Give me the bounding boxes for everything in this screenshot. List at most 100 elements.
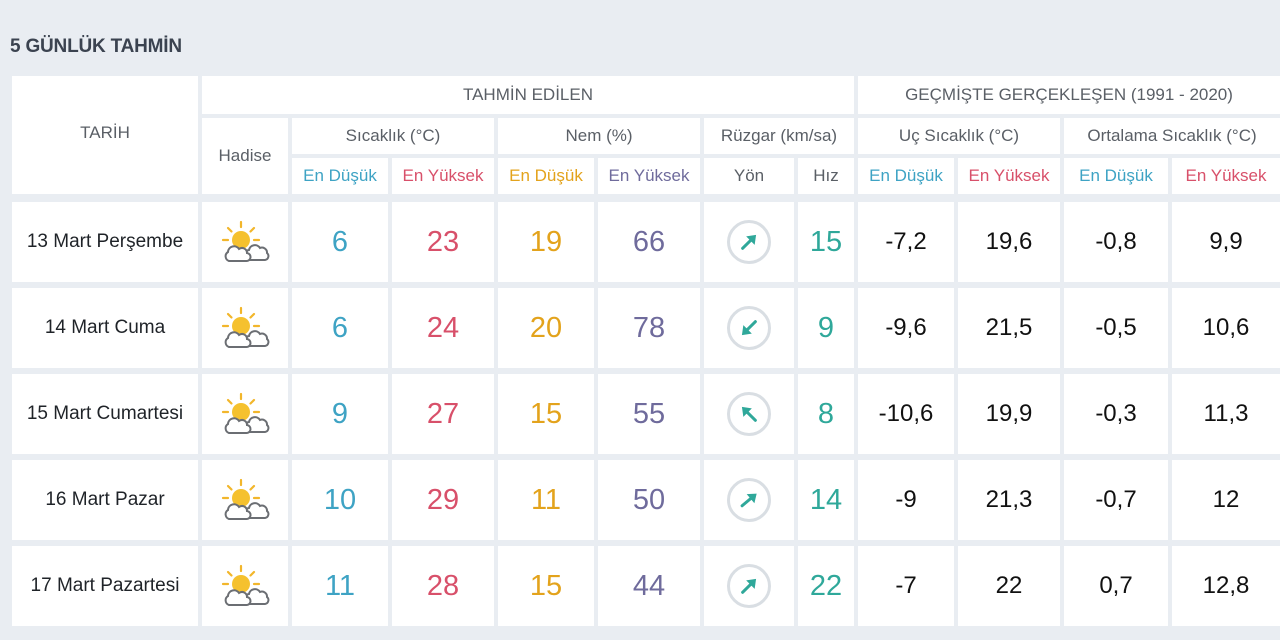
header-yon: Yön	[704, 158, 794, 194]
weather-cell	[202, 546, 288, 626]
avg-max-value: 9,9	[1209, 228, 1243, 255]
humidity-min-cell: 15	[498, 546, 594, 626]
partly-cloudy-icon	[221, 306, 270, 348]
date-cell: 17 Mart Pazartesi	[12, 546, 198, 626]
weather-cell	[202, 460, 288, 540]
wind-speed-cell: 22	[798, 546, 854, 626]
header-ruzgar: Rüzgar (km/sa)	[704, 118, 854, 154]
humidity-min-value: 20	[529, 311, 563, 344]
wind-speed-cell: 9	[798, 288, 854, 368]
avg-max-cell: 12	[1172, 460, 1280, 540]
wind-direction-cell	[704, 460, 794, 540]
humidity-max-cell: 50	[598, 460, 700, 540]
header-tarih-label: TARİH	[80, 123, 130, 142]
wind-direction-cell	[704, 288, 794, 368]
record-max-cell: 22	[958, 546, 1060, 626]
wind-direction-cell	[704, 202, 794, 282]
wind-speed-value: 15	[809, 225, 843, 258]
wind-speed-value: 8	[817, 397, 835, 430]
date-value: 16 Mart Pazar	[45, 489, 165, 510]
temp-min-cell: 9	[292, 374, 388, 454]
record-min-cell: -9	[858, 460, 954, 540]
partly-cloudy-icon	[221, 564, 270, 606]
temp-max-cell: 23	[392, 202, 494, 282]
avg-min-cell: -0,8	[1064, 202, 1168, 282]
wind-direction-icon	[727, 392, 771, 436]
avg-max-value: 11,3	[1203, 400, 1249, 427]
wind-direction-icon	[727, 478, 771, 522]
weather-cell	[202, 288, 288, 368]
arrow-icon	[741, 578, 757, 594]
avg-min-cell: -0,7	[1064, 460, 1168, 540]
header-uc-sicaklik: Uç Sıcaklık (°C)	[858, 118, 1060, 154]
header-tahmin-edilen: TAHMİN EDİLEN	[202, 76, 854, 114]
temp-min-value: 6	[331, 311, 349, 344]
record-min-value: -9	[895, 486, 917, 513]
date-value: 15 Mart Cumartesi	[26, 403, 184, 424]
avg-max-cell: 12,8	[1172, 546, 1280, 626]
partly-cloudy-icon	[221, 220, 270, 262]
record-max-cell: 21,5	[958, 288, 1060, 368]
temp-min-cell: 6	[292, 202, 388, 282]
date-value: 17 Mart Pazartesi	[30, 575, 180, 596]
date-cell: 13 Mart Perşembe	[12, 202, 198, 282]
page-title: 5 GÜNLÜK TAHMİN	[10, 36, 182, 57]
record-max-value: 19,6	[985, 228, 1033, 255]
wind-speed-cell: 8	[798, 374, 854, 454]
weather-cell	[202, 202, 288, 282]
date-value: 14 Mart Cuma	[44, 317, 166, 338]
wind-speed-value: 22	[809, 569, 843, 602]
header-sicaklik: Sıcaklık (°C)	[292, 118, 494, 154]
humidity-max-cell: 66	[598, 202, 700, 282]
avg-max-value: 10,6	[1202, 314, 1250, 341]
avg-min-cell: -0,3	[1064, 374, 1168, 454]
humidity-min-value: 11	[530, 483, 562, 516]
header-nem: Nem (%)	[498, 118, 700, 154]
avg-max-value: 12,8	[1202, 572, 1250, 599]
humidity-min-cell: 20	[498, 288, 594, 368]
humidity-max-value: 66	[632, 225, 666, 258]
avg-min-value: -0,3	[1095, 400, 1137, 427]
date-cell: 15 Mart Cumartesi	[12, 374, 198, 454]
avg-min-value: -0,5	[1095, 314, 1137, 341]
temp-max-cell: 29	[392, 460, 494, 540]
temp-max-value: 27	[426, 397, 460, 430]
temp-min-value: 11	[324, 569, 356, 602]
avg-max-cell: 10,6	[1172, 288, 1280, 368]
record-min-value: -10,6	[878, 400, 934, 427]
record-max-cell: 21,3	[958, 460, 1060, 540]
temp-min-cell: 6	[292, 288, 388, 368]
record-min-value: -9,6	[885, 314, 927, 341]
humidity-max-cell: 55	[598, 374, 700, 454]
temp-max-value: 28	[426, 569, 460, 602]
avg-min-value: -0,8	[1095, 228, 1137, 255]
humidity-min-value: 19	[529, 225, 563, 258]
wind-speed-value: 9	[817, 311, 835, 344]
humidity-min-value: 15	[529, 569, 563, 602]
header-nem-en-dusuk: En Düşük	[498, 158, 594, 194]
avg-min-cell: 0,7	[1064, 546, 1168, 626]
avg-min-value: 0,7	[1099, 572, 1133, 599]
weather-cell	[202, 374, 288, 454]
record-max-cell: 19,6	[958, 202, 1060, 282]
avg-max-cell: 9,9	[1172, 202, 1280, 282]
record-min-value: -7	[895, 572, 917, 599]
temp-min-value: 6	[331, 225, 349, 258]
record-max-value: 19,9	[985, 400, 1033, 427]
header-uc-en-dusuk: En Düşük	[858, 158, 954, 194]
temp-min-cell: 11	[292, 546, 388, 626]
record-max-value: 22	[995, 572, 1023, 599]
humidity-max-value: 55	[632, 397, 666, 430]
humidity-min-cell: 11	[498, 460, 594, 540]
date-cell: 14 Mart Cuma	[12, 288, 198, 368]
wind-direction-cell	[704, 546, 794, 626]
avg-max-cell: 11,3	[1172, 374, 1280, 454]
arrow-icon	[740, 493, 757, 508]
header-hadise: Hadise	[202, 118, 288, 194]
humidity-min-cell: 15	[498, 374, 594, 454]
header-sicaklik-en-dusuk: En Düşük	[292, 158, 388, 194]
record-max-cell: 19,9	[958, 374, 1060, 454]
wind-direction-icon	[727, 564, 771, 608]
temp-max-value: 23	[426, 225, 460, 258]
temp-max-cell: 28	[392, 546, 494, 626]
